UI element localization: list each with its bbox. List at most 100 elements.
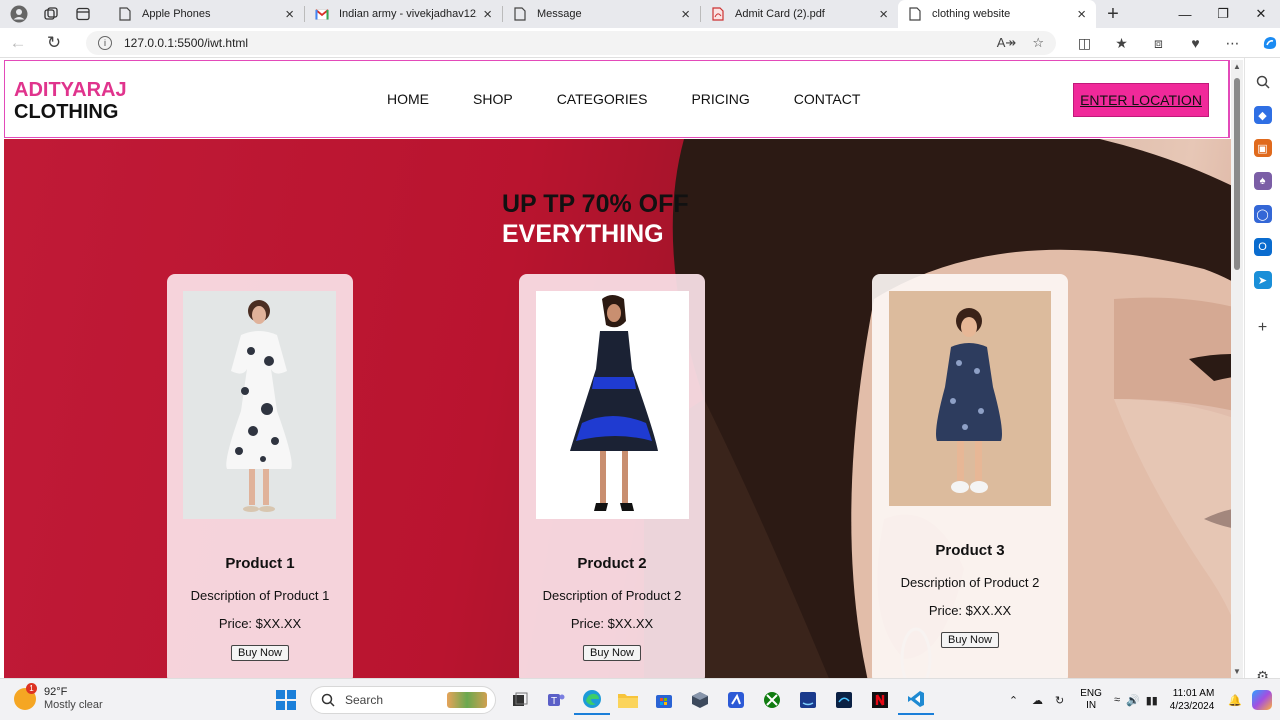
region-code: IN: [1086, 700, 1097, 711]
windows-taskbar: 1 92°F Mostly clear Search T ⌃ ☁ ↻ ENG I…: [0, 678, 1280, 720]
product-image[interactable]: [889, 291, 1051, 506]
close-tab-icon[interactable]: ×: [483, 6, 492, 23]
product-image[interactable]: [536, 291, 689, 519]
favorite-star-icon[interactable]: ☆: [1032, 35, 1044, 51]
tab-actions-icon[interactable]: [74, 5, 92, 23]
vscode-icon[interactable]: [898, 685, 934, 715]
maximize-icon[interactable]: ❐: [1204, 0, 1242, 28]
more-options-icon[interactable]: ⋯: [1214, 35, 1251, 52]
browser-tab[interactable]: Message ×: [503, 0, 700, 28]
page-scrollbar[interactable]: ▲ ▼: [1231, 60, 1243, 678]
back-icon[interactable]: ←: [0, 28, 36, 58]
store-icon[interactable]: [646, 685, 682, 715]
shopping-icon[interactable]: ◆: [1253, 106, 1272, 124]
search-placeholder: Search: [345, 693, 384, 707]
browser-tab-active[interactable]: clothing website ×: [898, 0, 1096, 28]
edge-icon[interactable]: [574, 685, 610, 715]
onedrive-icon[interactable]: ☁: [1032, 694, 1043, 707]
close-window-icon[interactable]: ✕: [1242, 0, 1280, 28]
cube-app-icon[interactable]: [682, 685, 718, 715]
nav-contact[interactable]: CONTACT: [794, 91, 861, 107]
games-icon[interactable]: ♠: [1253, 172, 1272, 190]
profile-icon[interactable]: [10, 5, 28, 23]
notifications-bell-icon[interactable]: 🔔: [1228, 694, 1242, 707]
tools-icon[interactable]: ▣: [1253, 139, 1272, 157]
clock[interactable]: 11:01 AM 4/23/2024: [1170, 687, 1215, 713]
browser-essentials-icon[interactable]: ♥: [1177, 35, 1214, 51]
file-explorer-icon[interactable]: [610, 685, 646, 715]
page-icon: [118, 7, 132, 21]
hero-title-line-2: EVERYTHING: [502, 220, 664, 248]
battery-icon[interactable]: ▮▮: [1146, 694, 1158, 707]
product-description: Description of Product 2: [542, 588, 682, 603]
read-aloud-icon[interactable]: A↠: [997, 35, 1017, 51]
send-icon[interactable]: ➤: [1253, 271, 1272, 289]
search-icon[interactable]: [1254, 73, 1272, 91]
office-icon[interactable]: ◯: [1253, 205, 1272, 223]
close-tab-icon[interactable]: ×: [1077, 6, 1086, 23]
teams-icon[interactable]: T: [538, 685, 574, 715]
product-image[interactable]: [183, 291, 336, 519]
scrollbar-thumb[interactable]: [1234, 78, 1240, 270]
wifi-icon[interactable]: ≈: [1114, 694, 1120, 706]
buy-now-button[interactable]: Buy Now: [940, 632, 1000, 648]
add-sidebar-app-icon[interactable]: +: [1254, 319, 1272, 337]
clock-time: 11:01 AM: [1172, 688, 1215, 699]
prime-video-icon[interactable]: [790, 685, 826, 715]
product-name: Product 2: [577, 555, 647, 572]
browser-tab[interactable]: Admit Card (2).pdf ×: [701, 0, 898, 28]
nav-shop[interactable]: SHOP: [473, 91, 513, 107]
nav-categories[interactable]: CATEGORIES: [557, 91, 648, 107]
enter-location-button[interactable]: ENTER LOCATION: [1073, 83, 1209, 117]
netflix-icon[interactable]: [862, 685, 898, 715]
product-description: Description of Product 2: [900, 575, 1040, 590]
close-tab-icon[interactable]: ×: [681, 6, 690, 23]
collections-icon[interactable]: ⧈: [1140, 35, 1177, 52]
tab-title: Message: [537, 8, 582, 20]
product-card: Product 3 Description of Product 2 Price…: [872, 274, 1068, 678]
new-tab-button[interactable]: +: [1096, 3, 1130, 26]
sync-icon[interactable]: ↻: [1055, 694, 1064, 707]
taskbar-search-input[interactable]: Search: [310, 686, 496, 714]
tab-title: Admit Card (2).pdf: [735, 8, 825, 20]
show-hidden-icons[interactable]: ⌃: [1009, 694, 1018, 707]
powerautomate-icon[interactable]: [718, 685, 754, 715]
nav-pricing[interactable]: PRICING: [691, 91, 749, 107]
task-view-icon[interactable]: [502, 685, 538, 715]
volume-icon[interactable]: 🔊: [1126, 694, 1140, 707]
weather-widget[interactable]: 1 92°F Mostly clear: [14, 683, 103, 712]
nav-home[interactable]: HOME: [387, 91, 429, 107]
workspaces-icon[interactable]: [42, 5, 60, 23]
buy-now-button[interactable]: Buy Now: [582, 645, 642, 661]
refresh-icon[interactable]: ↻: [36, 28, 72, 58]
browser-tab[interactable]: Indian army - vivekjadhav1218@ ×: [305, 0, 502, 28]
pdf-icon: [711, 7, 725, 21]
weather-temperature: 92°F: [44, 686, 68, 698]
favorites-icon[interactable]: ★: [1103, 35, 1140, 52]
page-viewport: ADITYARAJ CLOTHING HOME SHOP CATEGORIES …: [0, 58, 1231, 678]
browser-tab-strip: Apple Phones × Indian army - vivekjadhav…: [0, 0, 1280, 28]
split-screen-icon[interactable]: ◫: [1066, 35, 1103, 52]
minimize-icon[interactable]: —: [1166, 0, 1204, 28]
buy-now-button[interactable]: Buy Now: [230, 645, 290, 661]
product-name: Product 1: [225, 555, 295, 572]
address-toolbar: ← ↻ i 127.0.0.1:5500/iwt.html A↠ ☆ ◫ ★ ⧈…: [0, 28, 1280, 58]
close-tab-icon[interactable]: ×: [285, 6, 294, 23]
windows-start-icon[interactable]: [268, 685, 304, 715]
site-info-icon[interactable]: i: [98, 36, 112, 50]
scroll-down-icon[interactable]: ▼: [1233, 667, 1241, 676]
svg-text:T: T: [551, 696, 557, 707]
clock-date: 4/23/2024: [1169, 701, 1215, 712]
copilot-taskbar-icon[interactable]: [1252, 690, 1272, 710]
outlook-icon[interactable]: O: [1253, 238, 1272, 256]
scroll-up-icon[interactable]: ▲: [1233, 62, 1241, 71]
site-logo[interactable]: ADITYARAJ CLOTHING: [14, 79, 127, 123]
copilot-icon[interactable]: [1251, 34, 1280, 52]
url-bar[interactable]: i 127.0.0.1:5500/iwt.html A↠ ☆: [86, 31, 1056, 55]
xbox-icon[interactable]: [754, 685, 790, 715]
browser-tab[interactable]: Apple Phones ×: [108, 0, 304, 28]
hero-title-line-1: UP TP 70% OFF: [502, 190, 689, 218]
close-tab-icon[interactable]: ×: [879, 6, 888, 23]
language-indicator[interactable]: ENG IN: [1080, 688, 1102, 712]
disney-plus-icon[interactable]: [826, 685, 862, 715]
